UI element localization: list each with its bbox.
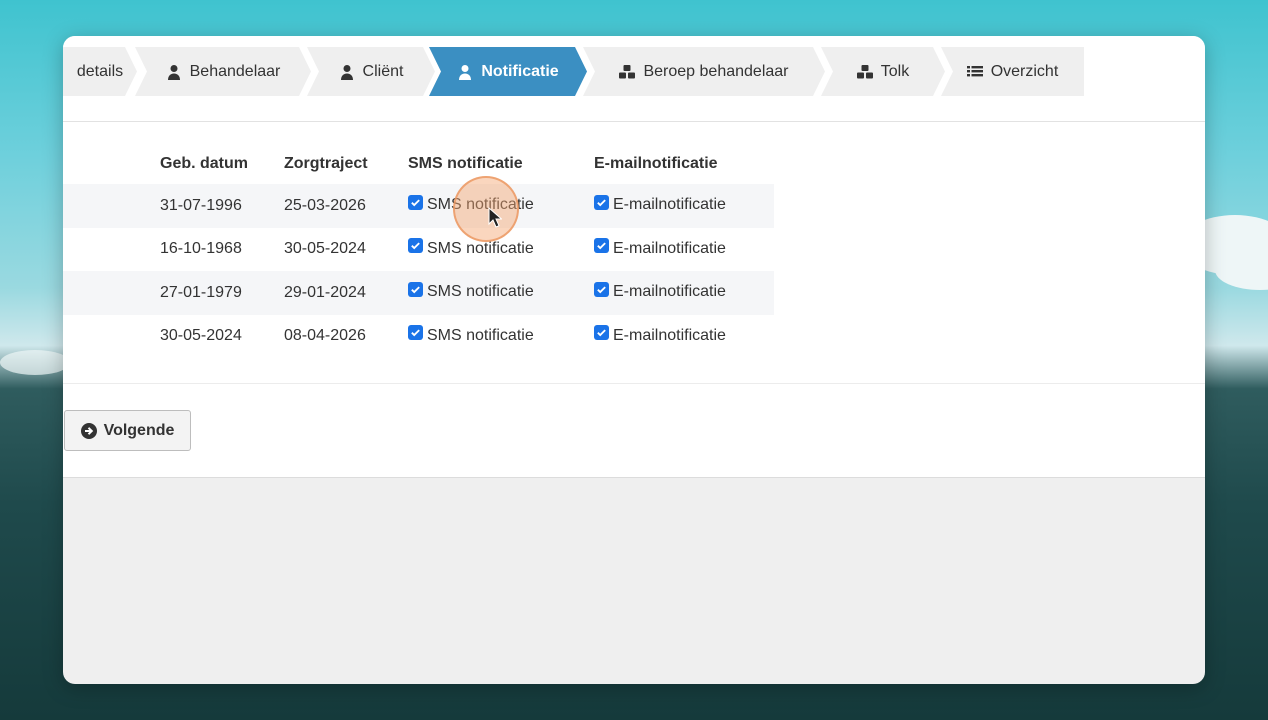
sms-notificatie-cell: SMS notificatie (408, 271, 594, 315)
checkbox-label[interactable]: E-mailnotificatie (613, 240, 726, 258)
checkbox-checked-icon[interactable] (408, 238, 423, 253)
app-window: details Behandelaar Cliënt Notificatie B… (63, 36, 1205, 684)
zorgtraject-cell: 25-03-2026 (284, 184, 408, 228)
cubes-icon (619, 64, 635, 80)
step-label: Tolk (880, 62, 910, 80)
e-mailnotificatie-checkbox[interactable]: E-mailnotificatie (594, 194, 726, 214)
list-icon (966, 65, 983, 76)
step-label: Notificatie (481, 62, 559, 80)
zorgtraject-cell: 29-01-2024 (284, 271, 408, 315)
step-label: details (76, 62, 124, 80)
step-notificatie[interactable]: Notificatie (429, 47, 587, 96)
sms-notificatie-checkbox[interactable]: SMS notificatie (408, 238, 534, 258)
step-client[interactable]: Cliënt (307, 47, 435, 96)
table-row: 27-01-1979 29-01-2024 SMS notificatie E-… (63, 271, 774, 315)
table-cell (63, 228, 160, 272)
checkbox-label[interactable]: E-mailnotificatie (613, 327, 726, 345)
clients-table: Geb. datum Zorgtraject SMS notificatie E… (63, 144, 774, 358)
table-cell (63, 271, 160, 315)
table-row: 30-05-2024 08-04-2026 SMS notificatie E-… (63, 315, 774, 359)
cursor-highlight (453, 176, 519, 242)
step-label: Behandelaar (189, 62, 281, 80)
sms-notificatie-cell: SMS notificatie (408, 315, 594, 359)
mouse-pointer-icon (488, 207, 502, 228)
zorgtraject-cell: 30-05-2024 (284, 240, 366, 258)
e-mailnotificatie-checkbox[interactable]: E-mailnotificatie (594, 281, 726, 301)
e-mailnotificatie-cell: E-mailnotificatie (594, 271, 774, 315)
column-header-zorgtraject: Zorgtraject (284, 155, 368, 172)
e-mailnotificatie-cell: E-mailnotificatie (594, 228, 774, 272)
step-tolk[interactable]: Tolk (821, 47, 945, 96)
zorgtraject-cell: 08-04-2026 (284, 327, 366, 345)
e-mailnotificatie-checkbox[interactable]: E-mailnotificatie (594, 325, 726, 345)
next-button[interactable]: Volgende (64, 410, 191, 451)
column-header-geb-datum: Geb. datum (160, 155, 249, 172)
checkbox-label[interactable]: E-mailnotificatie (613, 283, 726, 301)
checkbox-checked-icon[interactable] (408, 281, 423, 297)
background-cloud (0, 350, 70, 375)
checkbox-checked-icon[interactable] (408, 194, 423, 210)
table-header-row: Geb. datum Zorgtraject SMS notificatie E… (63, 144, 774, 184)
next-button-label: Volgende (103, 421, 175, 439)
column-header-e-mailnotificatie: E-mailnotificatie (594, 155, 718, 172)
user-icon (457, 64, 473, 80)
notification-panel: details Behandelaar Cliënt Notificatie B… (63, 36, 1205, 478)
table-cell (63, 315, 160, 359)
e-mailnotificatie-cell: E-mailnotificatie (594, 315, 774, 359)
stepper-divider (63, 121, 1205, 122)
sms-notificatie-checkbox[interactable]: SMS notificatie (408, 325, 534, 345)
checkbox-checked-icon[interactable] (594, 281, 609, 297)
checkbox-label[interactable]: SMS notificatie (427, 327, 534, 345)
step-label: Cliënt (362, 62, 404, 80)
column-header-sms-notificatie: SMS notificatie (408, 155, 523, 172)
geb-datum-cell: 30-05-2024 (160, 327, 242, 345)
checkbox-label[interactable]: SMS notificatie (427, 283, 534, 301)
checkbox-checked-icon[interactable] (594, 325, 609, 340)
checkbox-checked-icon[interactable] (594, 194, 609, 210)
e-mailnotificatie-cell: E-mailnotificatie (594, 184, 774, 228)
user-icon (339, 64, 355, 80)
step-beroep-behandelaar[interactable]: Beroep behandelaar (583, 47, 825, 96)
footer-divider (63, 383, 1205, 384)
geb-datum-cell: 31-07-1996 (160, 184, 284, 228)
checkbox-label[interactable]: E-mailnotificatie (613, 196, 726, 214)
checkbox-checked-icon[interactable] (408, 325, 423, 340)
geb-datum-cell: 27-01-1979 (160, 271, 284, 315)
column-header-hidden (63, 144, 160, 184)
e-mailnotificatie-checkbox[interactable]: E-mailnotificatie (594, 238, 726, 258)
step-behandelaar[interactable]: Behandelaar (135, 47, 311, 96)
table-cell (63, 184, 160, 228)
checkbox-checked-icon[interactable] (594, 238, 609, 253)
geb-datum-cell: 16-10-1968 (160, 240, 242, 258)
table-row: 16-10-1968 30-05-2024 SMS notificatie E-… (63, 228, 774, 272)
sms-notificatie-checkbox[interactable]: SMS notificatie (408, 281, 534, 301)
step-overzicht[interactable]: Overzicht (941, 47, 1084, 96)
user-icon (166, 64, 182, 80)
step-details[interactable]: details (63, 47, 137, 96)
cubes-icon (857, 64, 873, 80)
wizard-stepper: details Behandelaar Cliënt Notificatie B… (63, 47, 1205, 96)
step-label: Beroep behandelaar (643, 62, 789, 80)
arrow-circle-right-icon (80, 422, 97, 439)
step-label: Overzicht (990, 62, 1059, 80)
table-row: 31-07-1996 25-03-2026 SMS notificatie E-… (63, 184, 774, 228)
checkbox-label[interactable]: SMS notificatie (427, 240, 534, 258)
